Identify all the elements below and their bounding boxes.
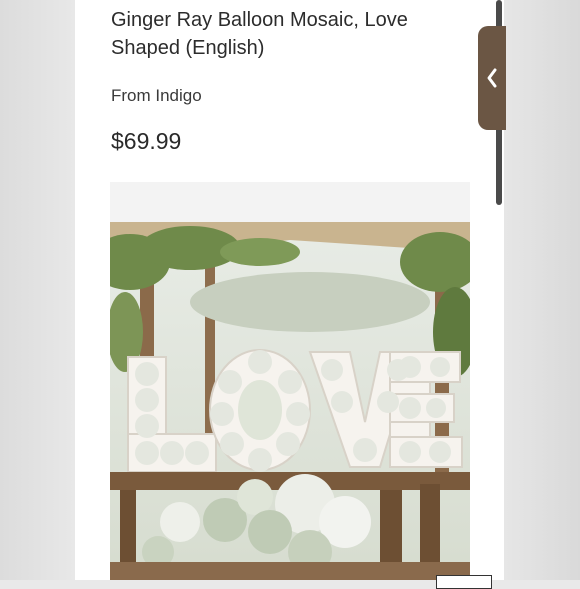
product-vendor[interactable]: From Indigo <box>111 86 202 106</box>
background-left <box>0 0 75 580</box>
product-image[interactable] <box>110 182 470 580</box>
product-price: $69.99 <box>111 128 182 154</box>
product-title[interactable]: Ginger Ray Balloon Mosaic, Love Shaped (… <box>111 6 471 62</box>
chevron-left-icon <box>486 67 498 89</box>
product-photo <box>110 222 470 580</box>
side-tab-button[interactable] <box>478 26 506 130</box>
background-right <box>504 0 580 580</box>
overlay-box <box>436 575 492 589</box>
